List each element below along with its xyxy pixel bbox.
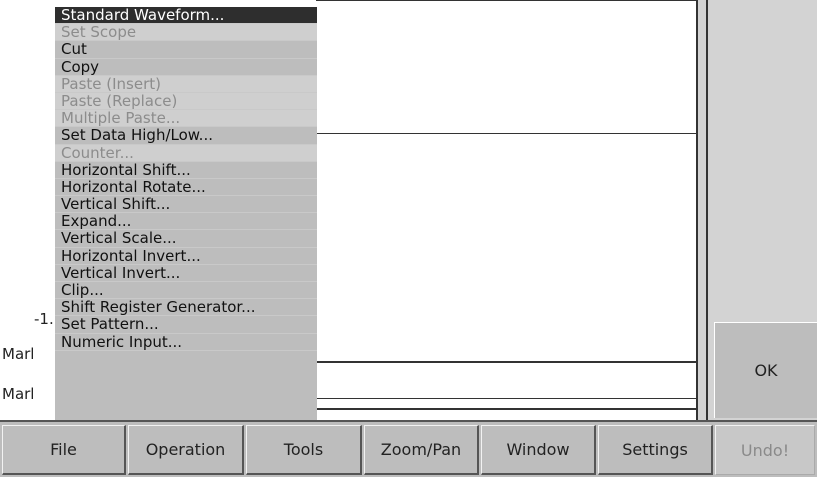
menu-item-shift-register-generator[interactable]: Shift Register Generator...	[55, 299, 317, 317]
menu-item-counter: Counter...	[55, 144, 317, 162]
menu-item-vertical-invert[interactable]: Vertical Invert...	[55, 264, 317, 282]
marker-label-1: Marl	[2, 345, 35, 363]
menu-item-horizontal-invert[interactable]: Horizontal Invert...	[55, 247, 317, 265]
menu-item-expand[interactable]: Expand...	[55, 213, 317, 231]
menu-button-window-label: Window	[506, 440, 570, 459]
edit-context-menu: Standard Waveform... Set Scope Cut Copy …	[55, 6, 317, 420]
waveform-display[interactable]	[316, 0, 700, 420]
bottom-menu-bar: File Operation Tools Zoom/Pan Window Set…	[0, 420, 817, 477]
menu-button-tools-label: Tools	[283, 440, 324, 459]
top-edge-line	[316, 0, 698, 1]
menu-item-clip[interactable]: Clip...	[55, 281, 317, 300]
undo-button-label: Undo!	[740, 440, 790, 460]
menu-item-set-scope: Set Scope	[55, 24, 317, 42]
menu-button-zoom-pan[interactable]: Zoom/Pan	[364, 425, 479, 475]
marker-line-3	[316, 408, 698, 410]
waveform-divider-line	[316, 133, 698, 134]
level-value-label: -1.	[34, 310, 54, 328]
menu-item-standard-waveform[interactable]: Standard Waveform...	[55, 6, 317, 25]
menu-item-vertical-shift[interactable]: Vertical Shift...	[55, 195, 317, 214]
menu-item-cut[interactable]: Cut	[55, 41, 317, 59]
marker-line-2	[316, 398, 698, 399]
menu-item-numeric-input[interactable]: Numeric Input...	[55, 333, 317, 351]
menu-item-paste-replace: Paste (Replace)	[55, 92, 317, 111]
menu-item-horizontal-rotate[interactable]: Horizontal Rotate...	[55, 178, 317, 197]
menu-button-operation-label: Operation	[145, 440, 226, 459]
marker-line-1	[316, 361, 698, 363]
ok-button[interactable]: OK	[714, 322, 817, 418]
menu-item-set-data-high-low[interactable]: Set Data High/Low...	[55, 127, 317, 145]
menu-button-file[interactable]: File	[2, 425, 126, 475]
menu-item-set-pattern[interactable]: Set Pattern...	[55, 316, 317, 334]
menu-button-window[interactable]: Window	[481, 425, 596, 475]
menu-item-horizontal-shift[interactable]: Horizontal Shift...	[55, 161, 317, 179]
undo-button: Undo!	[715, 425, 815, 475]
vertical-scrollbar[interactable]	[697, 0, 708, 420]
menu-button-tools[interactable]: Tools	[246, 425, 362, 475]
menu-item-copy[interactable]: Copy	[55, 58, 317, 76]
menu-button-zoom-pan-label: Zoom/Pan	[380, 440, 462, 459]
menu-item-vertical-scale[interactable]: Vertical Scale...	[55, 230, 317, 248]
marker-label-2: Marl	[2, 385, 35, 403]
menu-item-multiple-paste: Multiple Paste...	[55, 110, 317, 128]
menu-item-paste-insert: Paste (Insert)	[55, 75, 317, 93]
menu-button-settings[interactable]: Settings	[598, 425, 713, 475]
menu-button-file-label: File	[50, 440, 77, 459]
menu-button-settings-label: Settings	[622, 440, 688, 459]
ok-button-label: OK	[754, 361, 778, 380]
menu-button-operation[interactable]: Operation	[128, 425, 244, 475]
